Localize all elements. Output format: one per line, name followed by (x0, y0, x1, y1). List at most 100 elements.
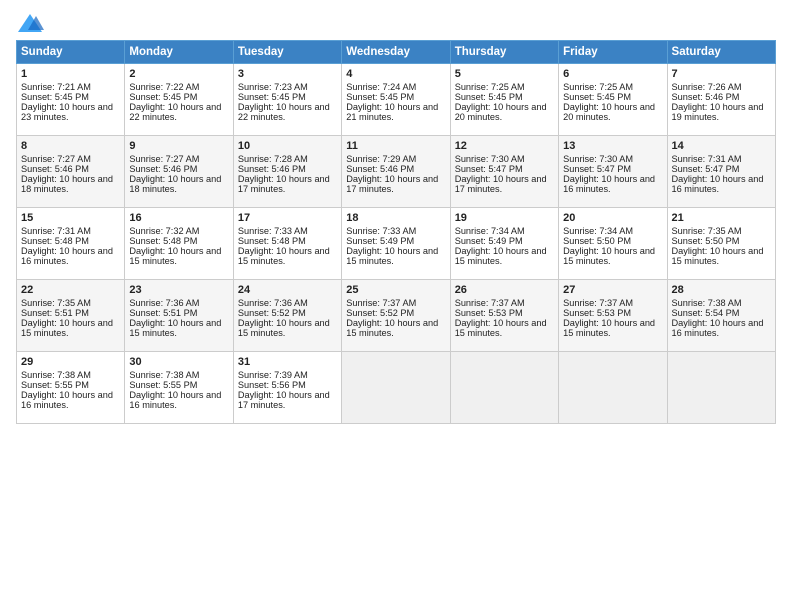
col-header-monday: Monday (125, 41, 233, 64)
calendar-cell (667, 352, 775, 424)
sunrise-text: Sunrise: 7:27 AM (129, 154, 199, 164)
daylight-text: Daylight: 10 hours and 15 minutes. (238, 246, 330, 266)
sunrise-text: Sunrise: 7:33 AM (346, 226, 416, 236)
daylight-text: Daylight: 10 hours and 15 minutes. (129, 246, 221, 266)
daylight-text: Daylight: 10 hours and 20 minutes. (455, 102, 547, 122)
day-number: 22 (21, 284, 120, 296)
day-number: 20 (563, 212, 662, 224)
col-header-saturday: Saturday (667, 41, 775, 64)
daylight-text: Daylight: 10 hours and 16 minutes. (672, 318, 764, 338)
daylight-text: Daylight: 10 hours and 16 minutes. (21, 246, 113, 266)
sunrise-text: Sunrise: 7:31 AM (21, 226, 91, 236)
day-number: 28 (672, 284, 771, 296)
sunrise-text: Sunrise: 7:26 AM (672, 82, 742, 92)
daylight-text: Daylight: 10 hours and 16 minutes. (563, 174, 655, 194)
calendar-cell: 21Sunrise: 7:35 AMSunset: 5:50 PMDayligh… (667, 208, 775, 280)
sunset-text: Sunset: 5:49 PM (455, 236, 523, 246)
day-number: 11 (346, 140, 445, 152)
sunrise-text: Sunrise: 7:28 AM (238, 154, 308, 164)
calendar-header-row: SundayMondayTuesdayWednesdayThursdayFrid… (17, 41, 776, 64)
sunset-text: Sunset: 5:53 PM (455, 308, 523, 318)
sunset-text: Sunset: 5:45 PM (563, 92, 631, 102)
day-number: 5 (455, 68, 554, 80)
sunset-text: Sunset: 5:46 PM (672, 92, 740, 102)
sunset-text: Sunset: 5:46 PM (346, 164, 414, 174)
calendar-cell: 20Sunrise: 7:34 AMSunset: 5:50 PMDayligh… (559, 208, 667, 280)
calendar-cell: 31Sunrise: 7:39 AMSunset: 5:56 PMDayligh… (233, 352, 341, 424)
sunrise-text: Sunrise: 7:25 AM (455, 82, 525, 92)
sunrise-text: Sunrise: 7:39 AM (238, 370, 308, 380)
daylight-text: Daylight: 10 hours and 22 minutes. (129, 102, 221, 122)
sunrise-text: Sunrise: 7:25 AM (563, 82, 633, 92)
sunset-text: Sunset: 5:45 PM (238, 92, 306, 102)
day-number: 25 (346, 284, 445, 296)
sunset-text: Sunset: 5:45 PM (346, 92, 414, 102)
day-number: 12 (455, 140, 554, 152)
sunset-text: Sunset: 5:52 PM (238, 308, 306, 318)
calendar-cell: 2Sunrise: 7:22 AMSunset: 5:45 PMDaylight… (125, 64, 233, 136)
sunset-text: Sunset: 5:47 PM (563, 164, 631, 174)
sunset-text: Sunset: 5:51 PM (21, 308, 89, 318)
calendar-cell: 23Sunrise: 7:36 AMSunset: 5:51 PMDayligh… (125, 280, 233, 352)
day-number: 24 (238, 284, 337, 296)
calendar-week-row: 15Sunrise: 7:31 AMSunset: 5:48 PMDayligh… (17, 208, 776, 280)
daylight-text: Daylight: 10 hours and 15 minutes. (563, 246, 655, 266)
sunrise-text: Sunrise: 7:35 AM (21, 298, 91, 308)
calendar-cell: 11Sunrise: 7:29 AMSunset: 5:46 PMDayligh… (342, 136, 450, 208)
calendar-cell (342, 352, 450, 424)
sunset-text: Sunset: 5:48 PM (21, 236, 89, 246)
sunrise-text: Sunrise: 7:27 AM (21, 154, 91, 164)
logo (16, 12, 48, 34)
sunset-text: Sunset: 5:48 PM (238, 236, 306, 246)
calendar-cell (450, 352, 558, 424)
sunrise-text: Sunrise: 7:30 AM (455, 154, 525, 164)
page-container: SundayMondayTuesdayWednesdayThursdayFrid… (0, 0, 792, 434)
day-number: 4 (346, 68, 445, 80)
calendar-cell: 1Sunrise: 7:21 AMSunset: 5:45 PMDaylight… (17, 64, 125, 136)
col-header-thursday: Thursday (450, 41, 558, 64)
calendar-cell: 9Sunrise: 7:27 AMSunset: 5:46 PMDaylight… (125, 136, 233, 208)
calendar-cell: 26Sunrise: 7:37 AMSunset: 5:53 PMDayligh… (450, 280, 558, 352)
logo-icon (16, 12, 44, 34)
day-number: 9 (129, 140, 228, 152)
daylight-text: Daylight: 10 hours and 18 minutes. (21, 174, 113, 194)
daylight-text: Daylight: 10 hours and 15 minutes. (238, 318, 330, 338)
sunset-text: Sunset: 5:56 PM (238, 380, 306, 390)
calendar-cell: 3Sunrise: 7:23 AMSunset: 5:45 PMDaylight… (233, 64, 341, 136)
daylight-text: Daylight: 10 hours and 15 minutes. (346, 318, 438, 338)
sunset-text: Sunset: 5:49 PM (346, 236, 414, 246)
sunrise-text: Sunrise: 7:29 AM (346, 154, 416, 164)
sunrise-text: Sunrise: 7:30 AM (563, 154, 633, 164)
calendar-cell: 7Sunrise: 7:26 AMSunset: 5:46 PMDaylight… (667, 64, 775, 136)
calendar-cell: 19Sunrise: 7:34 AMSunset: 5:49 PMDayligh… (450, 208, 558, 280)
sunrise-text: Sunrise: 7:34 AM (455, 226, 525, 236)
daylight-text: Daylight: 10 hours and 15 minutes. (346, 246, 438, 266)
sunrise-text: Sunrise: 7:33 AM (238, 226, 308, 236)
day-number: 3 (238, 68, 337, 80)
calendar-cell: 18Sunrise: 7:33 AMSunset: 5:49 PMDayligh… (342, 208, 450, 280)
calendar-week-row: 29Sunrise: 7:38 AMSunset: 5:55 PMDayligh… (17, 352, 776, 424)
col-header-friday: Friday (559, 41, 667, 64)
calendar-cell: 17Sunrise: 7:33 AMSunset: 5:48 PMDayligh… (233, 208, 341, 280)
sunset-text: Sunset: 5:53 PM (563, 308, 631, 318)
day-number: 30 (129, 356, 228, 368)
sunrise-text: Sunrise: 7:37 AM (455, 298, 525, 308)
sunset-text: Sunset: 5:52 PM (346, 308, 414, 318)
sunset-text: Sunset: 5:54 PM (672, 308, 740, 318)
sunrise-text: Sunrise: 7:37 AM (346, 298, 416, 308)
sunrise-text: Sunrise: 7:32 AM (129, 226, 199, 236)
day-number: 8 (21, 140, 120, 152)
sunrise-text: Sunrise: 7:34 AM (563, 226, 633, 236)
sunset-text: Sunset: 5:47 PM (672, 164, 740, 174)
day-number: 23 (129, 284, 228, 296)
daylight-text: Daylight: 10 hours and 15 minutes. (672, 246, 764, 266)
sunset-text: Sunset: 5:45 PM (21, 92, 89, 102)
calendar-table: SundayMondayTuesdayWednesdayThursdayFrid… (16, 40, 776, 424)
daylight-text: Daylight: 10 hours and 17 minutes. (455, 174, 547, 194)
calendar-cell: 13Sunrise: 7:30 AMSunset: 5:47 PMDayligh… (559, 136, 667, 208)
day-number: 21 (672, 212, 771, 224)
sunset-text: Sunset: 5:48 PM (129, 236, 197, 246)
calendar-cell: 29Sunrise: 7:38 AMSunset: 5:55 PMDayligh… (17, 352, 125, 424)
col-header-wednesday: Wednesday (342, 41, 450, 64)
sunrise-text: Sunrise: 7:38 AM (129, 370, 199, 380)
